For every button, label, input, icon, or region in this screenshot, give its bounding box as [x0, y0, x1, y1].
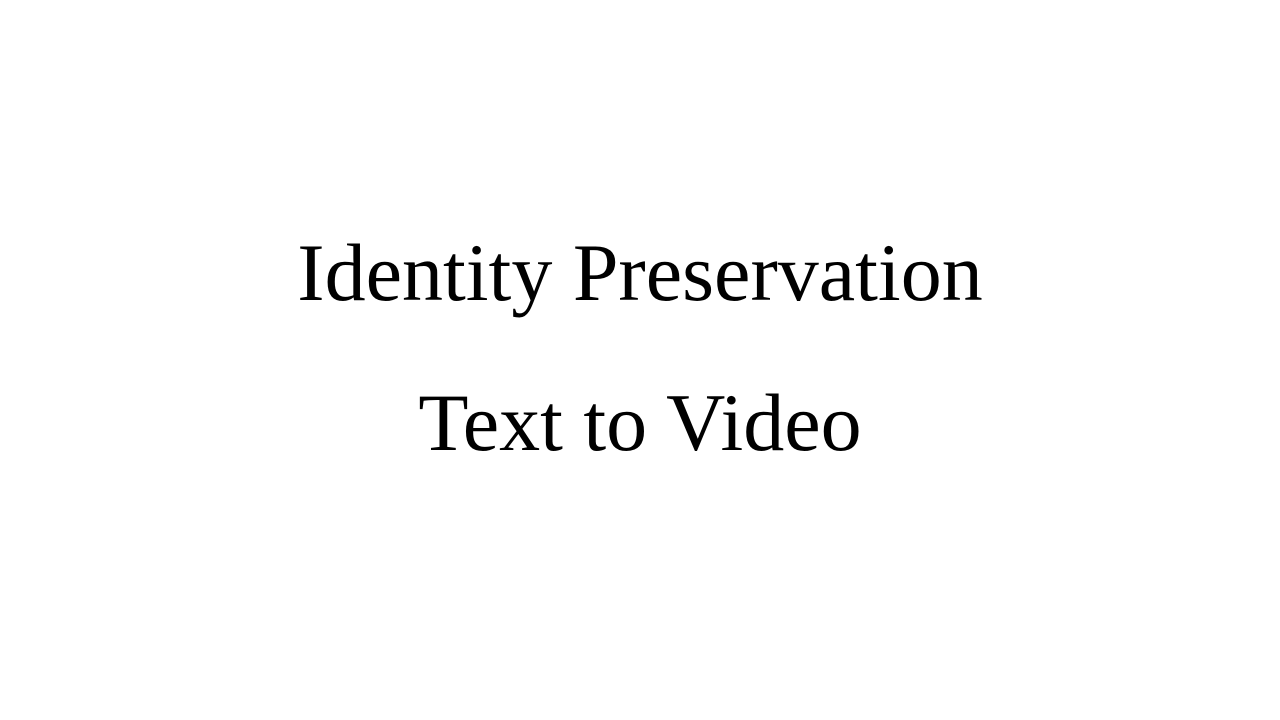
slide-subtitle: Text to Video — [418, 377, 862, 468]
slide-title: Identity Preservation — [297, 227, 983, 318]
